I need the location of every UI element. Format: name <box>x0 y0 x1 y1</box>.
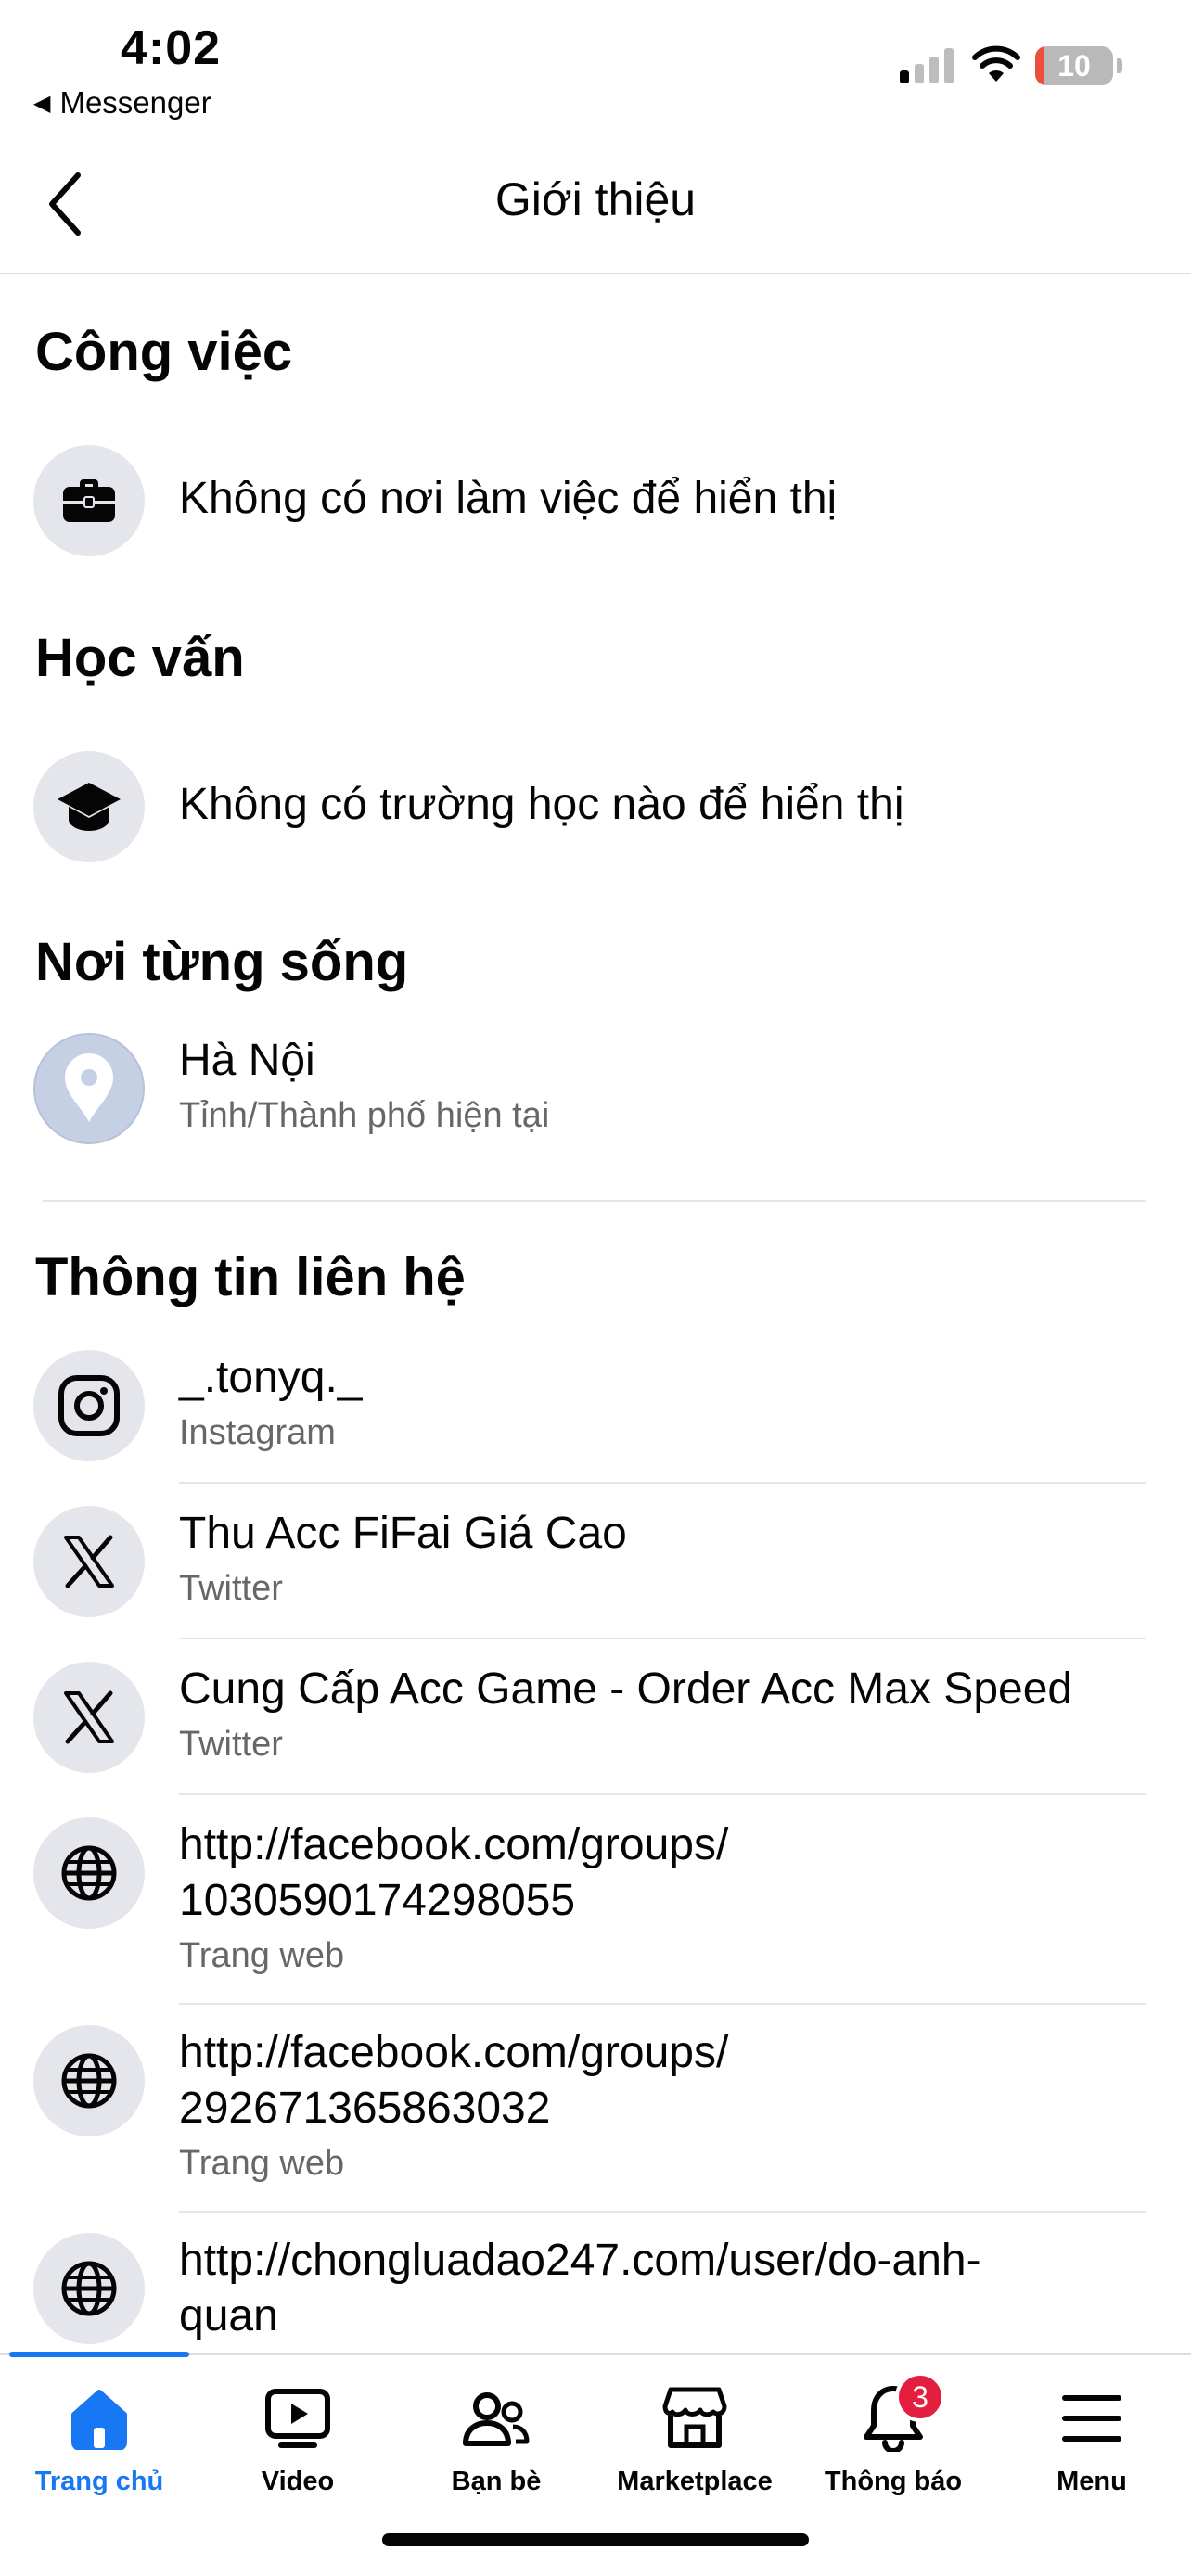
active-tab-indicator <box>9 2352 189 2357</box>
briefcase-icon <box>63 479 115 522</box>
contact-type-label: Twitter <box>179 1725 283 1764</box>
contact-icon-circle <box>33 2025 145 2136</box>
contact-type-label: Trang web <box>179 1936 345 1975</box>
tab-label: Marketplace <box>617 2467 773 2496</box>
globe-icon <box>61 1845 117 1901</box>
map-pin-icon <box>65 1053 113 1122</box>
tab-menu[interactable]: Menu <box>992 2374 1191 2504</box>
status-bar: 4:02 ◀ Messenger 10 <box>0 0 1191 130</box>
contact-icon-circle <box>33 1506 145 1617</box>
place-label: Tỉnh/Thành phố hiện tại <box>179 1096 550 1135</box>
work-empty-text: Không có nơi làm việc để hiển thị <box>179 474 838 523</box>
contact-icon-circle <box>33 1350 145 1461</box>
tab-friends[interactable]: Bạn bè <box>397 2374 596 2504</box>
back-triangle-icon: ◀ <box>33 90 51 116</box>
website-url-line2[interactable]: 292671365863032 <box>179 2083 550 2134</box>
website-url-line1[interactable]: http://facebook.com/groups/ <box>179 2027 728 2078</box>
section-title-places: Nơi từng sống <box>35 932 409 992</box>
x-twitter-icon <box>64 1690 114 1744</box>
place-name[interactable]: Hà Nội <box>179 1035 315 1086</box>
nav-bar: Giới thiệu <box>0 130 1191 274</box>
section-divider <box>43 1200 1146 1202</box>
battery-percent: 10 <box>1057 48 1091 83</box>
contact-type-label: Twitter <box>179 1569 283 1608</box>
tab-label: Menu <box>1057 2467 1127 2496</box>
tab-video[interactable]: Video <box>198 2374 397 2504</box>
friends-icon <box>463 2392 530 2446</box>
contact-icon-circle <box>33 1817 145 1929</box>
marketplace-icon <box>662 2387 727 2448</box>
contact-divider <box>179 2003 1146 2005</box>
instagram-icon <box>58 1375 120 1436</box>
place-icon-circle <box>33 1033 145 1144</box>
battery-tip <box>1117 58 1122 73</box>
twitter-account-name[interactable]: Cung Cấp Acc Game - Order Acc Max Speed <box>179 1664 1072 1715</box>
notification-badge: 3 <box>895 2372 945 2422</box>
tab-label: Video <box>261 2467 335 2496</box>
website-url-line2[interactable]: 1030590174298055 <box>179 1875 575 1926</box>
tab-label: Trang chủ <box>34 2467 164 2496</box>
globe-icon <box>61 2261 117 2316</box>
home-icon <box>71 2390 127 2450</box>
contact-divider <box>179 1638 1146 1639</box>
section-title-contact: Thông tin liên hệ <box>35 1247 466 1307</box>
menu-icon <box>1062 2395 1121 2442</box>
section-title-education: Học vấn <box>35 628 245 688</box>
video-icon <box>265 2389 330 2448</box>
website-url-line1[interactable]: http://chongluadao247.com/user/do-anh- <box>179 2235 981 2286</box>
back-app-label: Messenger <box>59 85 211 120</box>
page-title: Giới thiệu <box>494 173 697 225</box>
section-title-work: Công việc <box>35 322 293 382</box>
work-icon-circle <box>33 445 145 556</box>
contact-icon-circle <box>33 2233 145 2344</box>
globe-icon <box>61 2053 117 2109</box>
education-icon-circle <box>33 751 145 862</box>
back-to-app-link[interactable]: ◀ Messenger <box>33 85 211 121</box>
contact-divider <box>179 2211 1146 2213</box>
tab-home[interactable]: Trang chủ <box>0 2374 198 2504</box>
contact-type-label: Trang web <box>179 2144 345 2183</box>
tab-label: Bạn bè <box>451 2467 542 2496</box>
home-indicator[interactable] <box>382 2533 809 2546</box>
website-url-line2[interactable]: quan <box>179 2290 278 2341</box>
contact-type-label: Instagram <box>179 1413 336 1452</box>
tab-notifications[interactable]: 3 Thông báo <box>794 2372 992 2504</box>
about-content[interactable]: Công việc Không có nơi làm việc để hiển … <box>0 276 1191 2353</box>
tab-label: Thông báo <box>824 2467 963 2496</box>
x-twitter-icon <box>64 1535 114 1588</box>
wifi-icon <box>972 45 1020 82</box>
cellular-signal-icon <box>900 48 954 83</box>
twitter-account-name[interactable]: Thu Acc FiFai Giá Cao <box>179 1508 627 1559</box>
contact-divider <box>179 1793 1146 1795</box>
contact-divider <box>179 1482 1146 1484</box>
tab-marketplace[interactable]: Marketplace <box>596 2374 794 2504</box>
instagram-handle[interactable]: _.tonyq._ <box>179 1352 362 1403</box>
battery-icon: 10 <box>1035 46 1113 85</box>
status-time: 4:02 <box>121 21 222 75</box>
graduation-cap-icon <box>58 783 121 831</box>
contact-icon-circle <box>33 1662 145 1773</box>
education-empty-text: Không có trường học nào để hiển thị <box>179 780 904 829</box>
website-url-line1[interactable]: http://facebook.com/groups/ <box>179 1819 728 1870</box>
